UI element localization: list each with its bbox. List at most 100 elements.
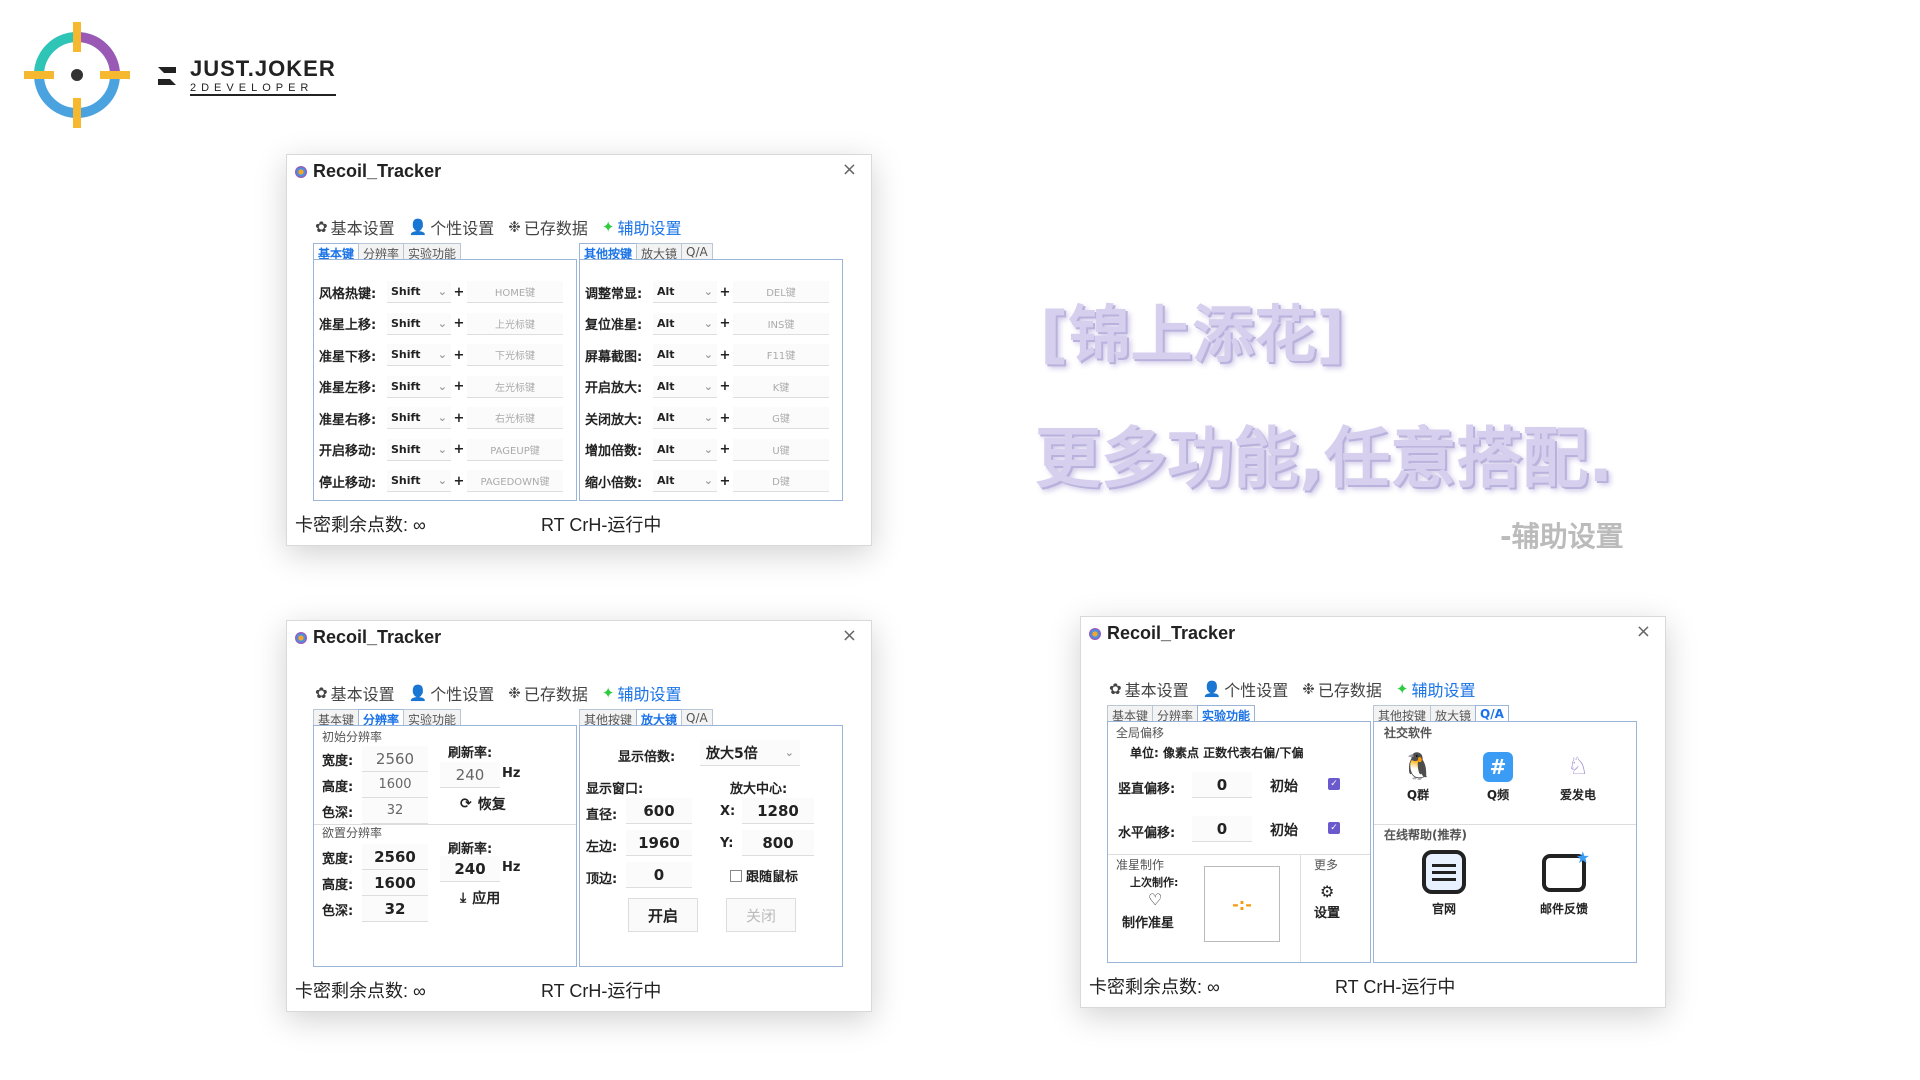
crosshair-logo-icon: [24, 22, 130, 128]
hotkey-label: 缩小倍数:: [585, 475, 643, 491]
hotkey-row: 准星上移: Shift ⌄ + 上光标键: [319, 312, 563, 335]
tab-saved-data[interactable]: ❉ 已存数据: [508, 215, 588, 239]
center-y-field[interactable]: 800: [742, 830, 814, 856]
chevron-down-icon: ⌄: [784, 746, 794, 759]
key-field[interactable]: G键: [733, 407, 829, 429]
key-field[interactable]: F11键: [733, 344, 829, 366]
modifier-select[interactable]: Shift ⌄: [387, 407, 451, 429]
plus-sign: +: [453, 410, 465, 426]
zoom-center-label: 放大中心:: [730, 782, 788, 797]
tab-basic-settings[interactable]: ✿ 基本设置: [315, 215, 395, 239]
tab-aux-settings[interactable]: ✦ 辅助设置: [1396, 677, 1476, 701]
tab-aux-settings[interactable]: ✦ 辅助设置: [602, 215, 682, 239]
modifier-select[interactable]: Alt ⌄: [653, 470, 717, 492]
tab-aux-settings[interactable]: ✦ 辅助设置: [602, 681, 682, 705]
modifier-select[interactable]: Shift ⌄: [387, 438, 451, 461]
hotkey-label: 屏幕截图:: [585, 349, 643, 365]
key-field[interactable]: 左光标键: [467, 375, 563, 398]
hotkey-label: 开启移动:: [319, 444, 377, 459]
close-zoom-button[interactable]: 关闭: [726, 898, 796, 932]
gear-icon: ✿: [315, 684, 328, 702]
make-crosshair-button[interactable]: 制作准星: [1122, 912, 1174, 931]
x-label: X:: [720, 804, 736, 819]
tab-saved-data[interactable]: ❉ 已存数据: [1302, 677, 1382, 701]
key-field[interactable]: D键: [733, 470, 829, 492]
modifier-select[interactable]: Shift ⌄: [387, 470, 451, 492]
key-field[interactable]: K键: [733, 375, 829, 398]
v-offset-field[interactable]: 0: [1192, 772, 1252, 798]
des-width-field[interactable]: 2560: [362, 844, 428, 870]
key-field[interactable]: HOME键: [467, 281, 563, 303]
hotkey-label: 停止移动:: [319, 475, 377, 491]
leaf-icon: ✦: [601, 684, 615, 702]
restore-button[interactable]: ⟳ 恢复: [460, 794, 506, 814]
heart-icon: ♡: [1148, 890, 1163, 909]
chevron-down-icon: ⌄: [703, 379, 713, 393]
tab-saved-data[interactable]: ❉ 已存数据: [508, 681, 588, 705]
email-feedback-link[interactable]: ★ 邮件反馈: [1524, 848, 1604, 917]
init-depth-field[interactable]: 32: [362, 798, 428, 824]
key-field[interactable]: 右光标键: [467, 407, 563, 429]
diam-field[interactable]: 600: [626, 798, 692, 824]
section-divider: [1108, 854, 1370, 855]
init-height-field[interactable]: 1600: [362, 772, 428, 798]
modifier-select[interactable]: Alt ⌄: [653, 344, 717, 366]
tab-personal-settings[interactable]: 👤 个性设置: [409, 681, 495, 705]
afdian-link[interactable]: ♘ 爱发电: [1550, 752, 1606, 803]
modifier-select[interactable]: Shift ⌄: [387, 281, 451, 303]
follow-mouse-checkbox[interactable]: 跟随鼠标: [730, 866, 798, 885]
tab-basic-settings[interactable]: ✿ 基本设置: [315, 681, 395, 705]
tab-personal-settings[interactable]: 👤 个性设置: [1203, 677, 1289, 701]
window-qa: Recoil_Tracker × ✿ 基本设置 👤 个性设置 ❉ 已存数据 ✦ 辅助设置…: [1080, 616, 1666, 1008]
close-button[interactable]: ×: [842, 159, 857, 180]
plus-sign: +: [719, 442, 731, 457]
zoom-mult-select[interactable]: 放大5倍 ⌄: [700, 740, 800, 766]
modifier-select[interactable]: Alt ⌄: [653, 438, 717, 461]
modifier-select[interactable]: Shift ⌄: [387, 375, 451, 398]
modifier-select[interactable]: Shift ⌄: [387, 344, 451, 366]
key-field[interactable]: PAGEUP键: [467, 438, 563, 461]
settings-button[interactable]: 设置: [1314, 902, 1340, 921]
modifier-select[interactable]: Shift ⌄: [387, 312, 451, 335]
modifier-select[interactable]: Alt ⌄: [653, 281, 717, 303]
init-hz-label: Hz: [502, 766, 521, 781]
qq-group-link[interactable]: 🐧 Q群: [1394, 752, 1442, 803]
chevron-down-icon: ⌄: [703, 411, 713, 424]
modifier-select[interactable]: Alt ⌄: [653, 407, 717, 429]
top-field[interactable]: 0: [626, 862, 692, 888]
v-init-checkbox[interactable]: ✓: [1328, 778, 1340, 790]
open-button[interactable]: 开启: [628, 898, 698, 932]
run-status: RT CrH-运行中: [541, 981, 662, 1001]
left-field[interactable]: 1960: [626, 830, 692, 856]
gear-icon: ✿: [1109, 680, 1122, 698]
plus-sign: +: [453, 347, 465, 363]
tab-basic-settings[interactable]: ✿ 基本设置: [1109, 677, 1189, 701]
key-field[interactable]: 上光标键: [467, 312, 563, 335]
tab-personal-settings[interactable]: 👤 个性设置: [409, 215, 495, 239]
init-width-field[interactable]: 2560: [362, 746, 428, 772]
h-init-checkbox[interactable]: ✓: [1328, 822, 1340, 834]
key-field[interactable]: 下光标键: [467, 344, 563, 366]
close-button[interactable]: ×: [1636, 621, 1651, 642]
des-refresh-field[interactable]: 240: [440, 856, 500, 882]
qq-channel-link[interactable]: # Q频: [1474, 752, 1522, 803]
run-status: RT CrH-运行中: [1335, 977, 1456, 997]
app-icon: [295, 165, 307, 178]
plus-sign: +: [453, 473, 465, 489]
key-field[interactable]: INS键: [733, 312, 829, 335]
apply-button[interactable]: ⤓ 应用: [460, 888, 500, 908]
offset-unit-note: 单位: 像素点 正数代表右偏/下偏: [1130, 746, 1304, 760]
des-height-field[interactable]: 1600: [362, 870, 428, 896]
official-site-link[interactable]: 官网: [1414, 850, 1474, 917]
center-x-field[interactable]: 1280: [742, 798, 814, 824]
init-refresh-field[interactable]: 240: [440, 762, 500, 788]
key-field[interactable]: U键: [733, 438, 829, 461]
chevron-down-icon: ⌄: [437, 348, 447, 361]
des-depth-field[interactable]: 32: [362, 896, 428, 922]
key-field[interactable]: DEL键: [733, 281, 829, 303]
h-offset-field[interactable]: 0: [1192, 816, 1252, 842]
modifier-select[interactable]: Alt ⌄: [653, 312, 717, 335]
modifier-select[interactable]: Alt ⌄: [653, 375, 717, 398]
key-field[interactable]: PAGEDOWN键: [467, 470, 563, 492]
close-button[interactable]: ×: [842, 625, 857, 646]
